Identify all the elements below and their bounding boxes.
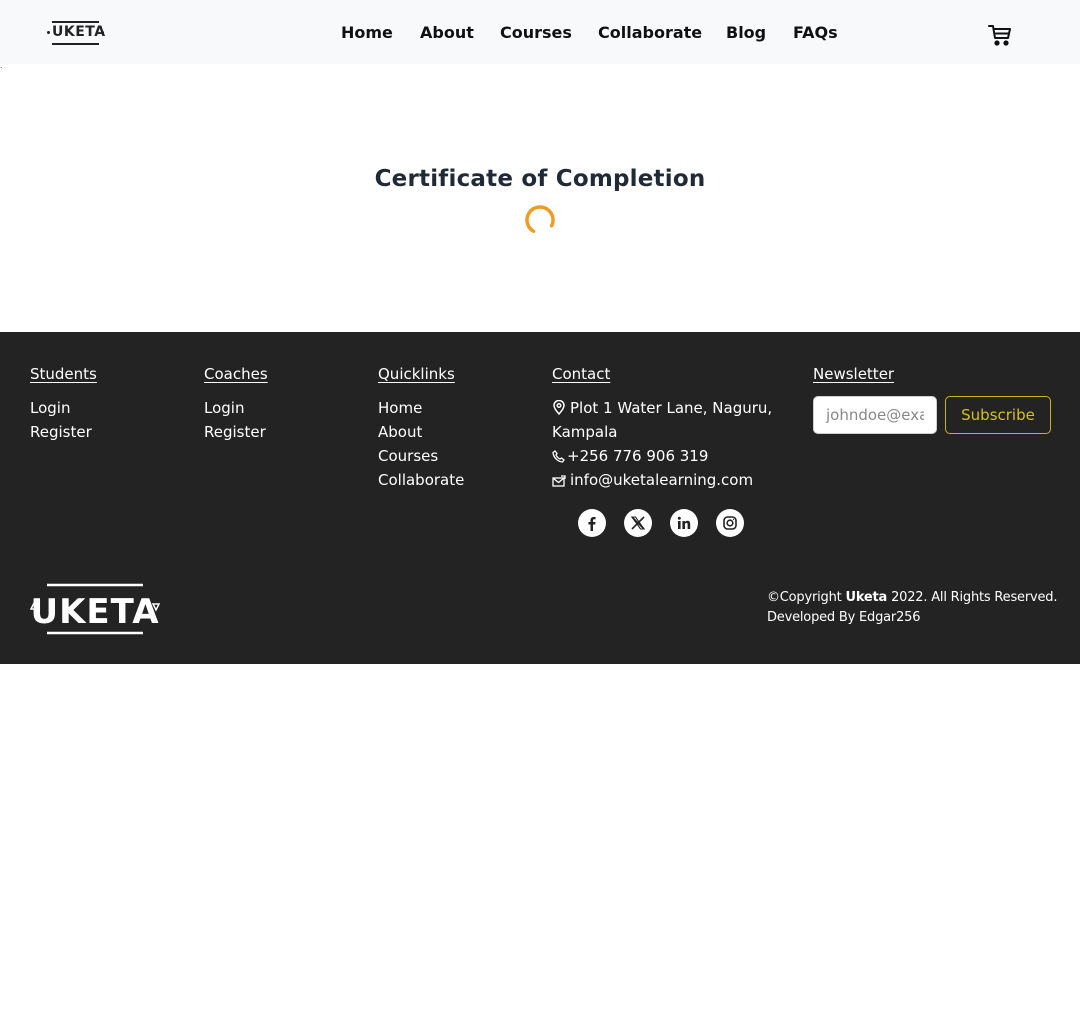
footer-quicklink-home[interactable]: Home <box>378 396 422 420</box>
linkedin-link[interactable] <box>670 509 698 537</box>
contact-address-line2: Kampala <box>552 423 618 441</box>
footer-contact-title: Contact <box>552 365 611 383</box>
copyright: ©Copyright Uketa 2022. All Rights Reserv… <box>767 588 1057 628</box>
footer-coaches-register[interactable]: Register <box>204 420 266 444</box>
footer-quicklinks-title: Quicklinks <box>378 365 455 383</box>
cart-icon <box>988 25 1011 46</box>
mail-icon <box>552 475 566 487</box>
phone-icon <box>552 450 565 463</box>
footer-coaches-login[interactable]: Login <box>204 396 244 420</box>
footer-students-title: Students <box>30 365 97 383</box>
nav-link-home[interactable]: Home <box>341 20 393 46</box>
facebook-icon <box>588 517 596 531</box>
contact-phone: +256 776 906 319 <box>552 444 708 468</box>
footer-quicklink-courses[interactable]: Courses <box>378 444 438 468</box>
footer: Students Login Register Coaches Login Re… <box>0 332 1080 664</box>
x-icon <box>630 516 646 530</box>
facebook-link[interactable] <box>578 509 606 537</box>
navbar: UKETA Home About Courses Collaborate Blo… <box>0 0 1080 64</box>
footer-students-register[interactable]: Register <box>30 420 92 444</box>
footer-quicklink-collaborate[interactable]: Collaborate <box>378 468 464 492</box>
x-link[interactable] <box>624 509 652 537</box>
contact-email: info@uketalearning.com <box>552 468 753 492</box>
linkedin-icon <box>677 516 691 529</box>
cart-button[interactable] <box>988 24 1012 46</box>
page-title: Certificate of Completion <box>374 166 706 192</box>
nav-link-blog[interactable]: Blog <box>726 20 766 46</box>
subscribe-button[interactable]: Subscribe <box>945 396 1051 434</box>
copyright-prefix: ©Copyright <box>767 590 842 605</box>
footer-newsletter-title: Newsletter <box>813 365 895 383</box>
spinner-icon <box>525 205 555 235</box>
footer-quicklink-about[interactable]: About <box>378 420 422 444</box>
contact-email-link[interactable]: info@uketalearning.com <box>570 471 753 489</box>
footer-coaches-title: Coaches <box>204 365 268 383</box>
nav-link-about[interactable]: About <box>420 20 474 46</box>
newsletter-email-input[interactable] <box>813 396 937 434</box>
footer-students-login[interactable]: Login <box>30 396 70 420</box>
instagram-icon <box>723 516 737 530</box>
stray-dot: . <box>0 60 3 70</box>
nav-link-collaborate[interactable]: Collaborate <box>598 20 702 46</box>
developer-credit: Developed By Edgar256 <box>767 610 921 625</box>
nav-link-faqs[interactable]: FAQs <box>793 20 838 46</box>
footer-logo: UKETA <box>30 583 160 635</box>
location-pin-icon <box>553 399 565 416</box>
nav-link-courses[interactable]: Courses <box>500 20 572 46</box>
copyright-brand: Uketa <box>845 590 888 605</box>
svg-text:UKETA: UKETA <box>30 592 159 632</box>
instagram-link[interactable] <box>716 509 744 537</box>
contact-address-line1: Plot 1 Water Lane, Naguru, <box>570 399 773 417</box>
copyright-line: ©Copyright Uketa 2022. All Rights Reserv… <box>767 588 1057 608</box>
main-nav: Home About Courses Collaborate Blog FAQs <box>0 20 1080 46</box>
copyright-suffix: 2022. All Rights Reserved. <box>891 590 1058 605</box>
contact-phone-text: +256 776 906 319 <box>567 447 709 465</box>
contact-address: Plot 1 Water Lane, Naguru, <box>552 396 772 420</box>
